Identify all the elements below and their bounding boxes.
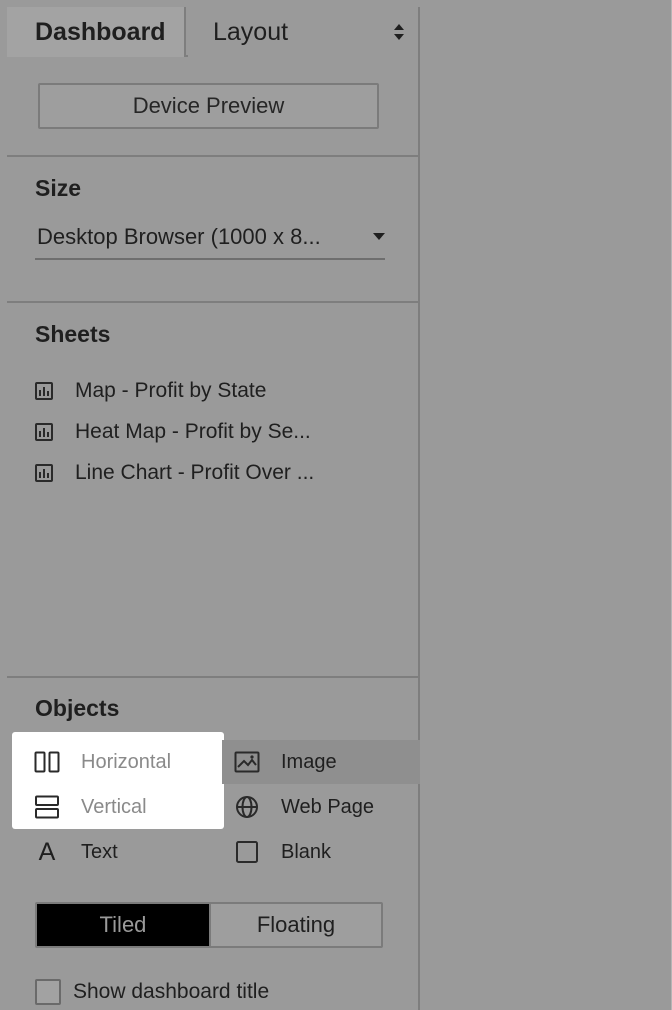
object-text[interactable]: A Text xyxy=(33,834,118,870)
tab-bar: Dashboard Layout xyxy=(7,7,420,57)
chevron-down-icon xyxy=(373,233,385,240)
worksheet-icon xyxy=(35,382,53,400)
section-divider xyxy=(7,301,420,303)
show-title-checkbox[interactable] xyxy=(35,979,61,1005)
show-title-label: Show dashboard title xyxy=(73,980,270,1003)
section-divider xyxy=(7,676,420,678)
object-label: Blank xyxy=(281,840,332,863)
floating-label: Floating xyxy=(256,912,336,937)
sheet-item-label: Line Chart - Profit Over ... xyxy=(75,461,315,484)
object-blank[interactable]: Blank xyxy=(233,834,331,870)
sheet-item-label: Map - Profit by State xyxy=(75,379,267,402)
sheet-item-label: Heat Map - Profit by Se... xyxy=(75,420,311,443)
vertical-container-icon xyxy=(33,793,61,821)
sheet-item[interactable]: Map - Profit by State xyxy=(35,373,405,409)
size-dropdown[interactable]: Desktop Browser (1000 x 8... xyxy=(35,222,385,260)
object-horizontal[interactable]: Horizontal xyxy=(33,744,171,780)
dashboard-side-panel: Dashboard Layout Device Preview Size Des… xyxy=(7,7,420,1010)
object-web-page[interactable]: Web Page xyxy=(233,789,374,825)
tab-layout[interactable]: Layout xyxy=(188,7,418,57)
up-down-arrows-icon[interactable] xyxy=(394,24,404,40)
text-icon: A xyxy=(38,837,56,866)
worksheet-icon xyxy=(35,464,53,482)
tab-dashboard-label: Dashboard xyxy=(35,17,166,46)
placement-toggle: Tiled Floating xyxy=(35,902,383,948)
object-label: Text xyxy=(81,840,118,863)
device-preview-button[interactable]: Device Preview xyxy=(38,83,379,129)
image-icon xyxy=(233,748,261,776)
size-section-title: Size xyxy=(35,175,82,201)
section-divider xyxy=(7,155,420,157)
tiled-button[interactable]: Tiled xyxy=(37,904,209,946)
sheet-item[interactable]: Line Chart - Profit Over ... xyxy=(35,455,405,491)
globe-icon xyxy=(233,793,261,821)
tiled-label: Tiled xyxy=(99,912,147,937)
object-label: Web Page xyxy=(281,795,375,818)
object-vertical[interactable]: Vertical xyxy=(33,789,147,825)
device-preview-label: Device Preview xyxy=(132,93,285,118)
tab-dashboard[interactable]: Dashboard xyxy=(7,7,186,57)
size-dropdown-value: Desktop Browser (1000 x 8... xyxy=(37,224,321,249)
object-label: Horizontal xyxy=(81,750,172,773)
sheet-item[interactable]: Heat Map - Profit by Se... xyxy=(35,414,405,450)
object-label: Image xyxy=(281,750,337,773)
floating-button[interactable]: Floating xyxy=(208,904,381,946)
show-dashboard-title-option[interactable]: Show dashboard title xyxy=(35,975,269,1009)
sheets-section-title: Sheets xyxy=(35,321,111,347)
object-image[interactable]: Image xyxy=(233,744,337,780)
object-label: Vertical xyxy=(81,795,147,818)
worksheet-icon xyxy=(35,423,53,441)
blank-icon xyxy=(233,838,261,866)
horizontal-container-icon xyxy=(33,748,61,776)
tab-layout-label: Layout xyxy=(213,17,289,46)
objects-section-title: Objects xyxy=(35,695,120,721)
